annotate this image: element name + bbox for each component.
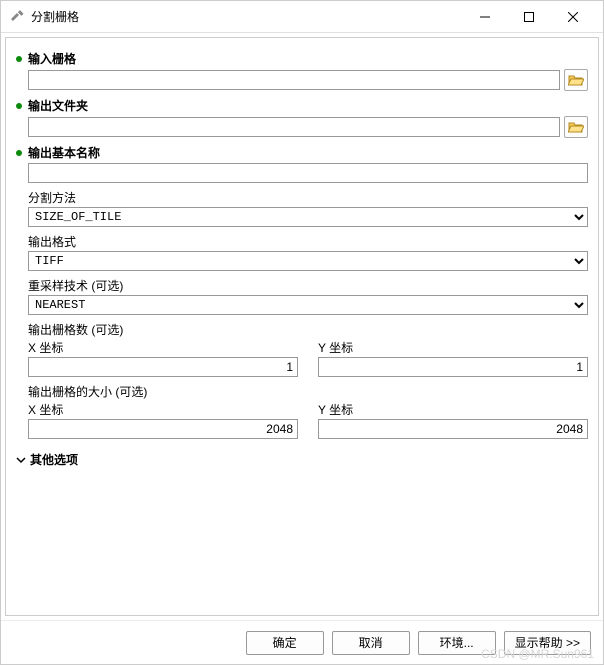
close-button[interactable]: [551, 2, 595, 32]
output-folder-label: 输出文件夹: [16, 97, 588, 114]
window-title: 分割栅格: [31, 8, 463, 25]
input-raster-field[interactable]: [28, 70, 560, 90]
button-bar: 确定 取消 环境... 显示帮助 >>: [1, 620, 603, 664]
output-format-select[interactable]: TIFF: [28, 251, 588, 271]
output-format-label: 输出格式: [16, 233, 588, 250]
tiles-count-label: 输出栅格数 (可选): [16, 321, 588, 338]
resample-label: 重采样技术 (可选): [16, 277, 588, 294]
tile-size-label: 输出栅格的大小 (可选): [16, 383, 588, 400]
dialog-window: 分割栅格 输入栅格 输出文件夹: [0, 0, 604, 665]
cancel-button[interactable]: 取消: [332, 631, 410, 655]
environments-button[interactable]: 环境...: [418, 631, 496, 655]
label-text: 输入栅格: [28, 50, 76, 67]
x-coord-label: X 坐标: [28, 339, 298, 356]
required-dot-icon: [16, 56, 22, 62]
minimize-button[interactable]: [463, 2, 507, 32]
chevron-down-icon: [16, 455, 26, 465]
x-coord-label-2: X 坐标: [28, 401, 298, 418]
folder-open-icon: [568, 73, 584, 87]
y-coord-label: Y 坐标: [318, 339, 588, 356]
titlebar: 分割栅格: [1, 1, 603, 33]
size-y-field[interactable]: [318, 419, 588, 439]
window-controls: [463, 2, 595, 32]
other-options-expander[interactable]: 其他选项: [16, 451, 588, 468]
split-method-label: 分割方法: [16, 189, 588, 206]
split-method-select[interactable]: SIZE_OF_TILE: [28, 207, 588, 227]
folder-open-icon: [568, 120, 584, 134]
output-basename-field[interactable]: [28, 163, 588, 183]
required-dot-icon: [16, 150, 22, 156]
y-coord-label-2: Y 坐标: [318, 401, 588, 418]
input-raster-label: 输入栅格: [16, 50, 588, 67]
ok-button[interactable]: 确定: [246, 631, 324, 655]
output-folder-field[interactable]: [28, 117, 560, 137]
parameters-panel: 输入栅格 输出文件夹 输出基本名称 分割方法 SIZE_OF_TIL: [5, 37, 599, 616]
tiles-x-field[interactable]: [28, 357, 298, 377]
required-dot-icon: [16, 103, 22, 109]
label-text: 输出基本名称: [28, 144, 100, 161]
expander-label: 其他选项: [30, 451, 78, 468]
size-x-field[interactable]: [28, 419, 298, 439]
resample-select[interactable]: NEAREST: [28, 295, 588, 315]
label-text: 输出文件夹: [28, 97, 88, 114]
browse-input-raster-button[interactable]: [564, 69, 588, 91]
output-basename-label: 输出基本名称: [16, 144, 588, 161]
browse-output-folder-button[interactable]: [564, 116, 588, 138]
hammer-icon: [9, 9, 25, 25]
show-help-button[interactable]: 显示帮助 >>: [504, 631, 591, 655]
maximize-button[interactable]: [507, 2, 551, 32]
tiles-y-field[interactable]: [318, 357, 588, 377]
